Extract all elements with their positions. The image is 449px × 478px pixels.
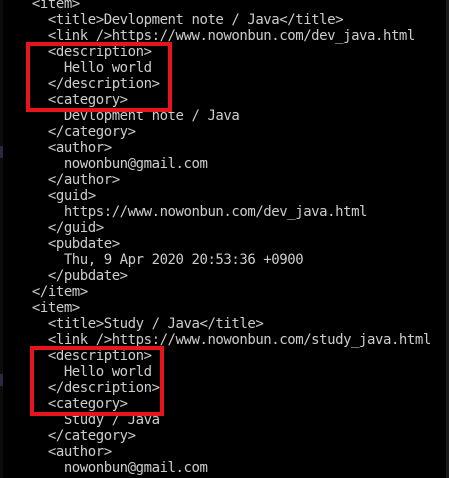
- console-line: </category>: [0, 124, 136, 140]
- console-line: <pubdate>: [0, 236, 120, 252]
- console-line: <author>: [0, 444, 112, 460]
- console-line: <item>: [0, 0, 80, 12]
- console-line: nowonbun@gmail.com: [0, 156, 208, 172]
- console-line: </author>: [0, 172, 120, 188]
- console-line: https://www.nowonbun.com/dev_java.html: [0, 204, 368, 220]
- console-line: </category>: [0, 428, 136, 444]
- console-line: </pubdate>: [0, 268, 128, 284]
- console-line: <title>Devlopment note / Java</title>: [0, 12, 344, 28]
- console-line: <item>: [0, 300, 80, 316]
- console-line: </item>: [0, 284, 88, 300]
- console-window: <item> <title>Devlopment note / Java</ti…: [0, 0, 449, 478]
- console-line: <author>: [0, 140, 112, 156]
- console-line: <guid>: [0, 188, 96, 204]
- console-line: Thu, 9 Apr 2020 20:53:36 +0900: [0, 252, 304, 268]
- console-line: </guid>: [0, 220, 104, 236]
- console-line: <title>Study / Java</title>: [0, 316, 264, 332]
- highlight-box: [30, 346, 164, 416]
- console-line: nowonbun@gmail.com: [0, 460, 208, 476]
- highlight-box: [26, 42, 172, 112]
